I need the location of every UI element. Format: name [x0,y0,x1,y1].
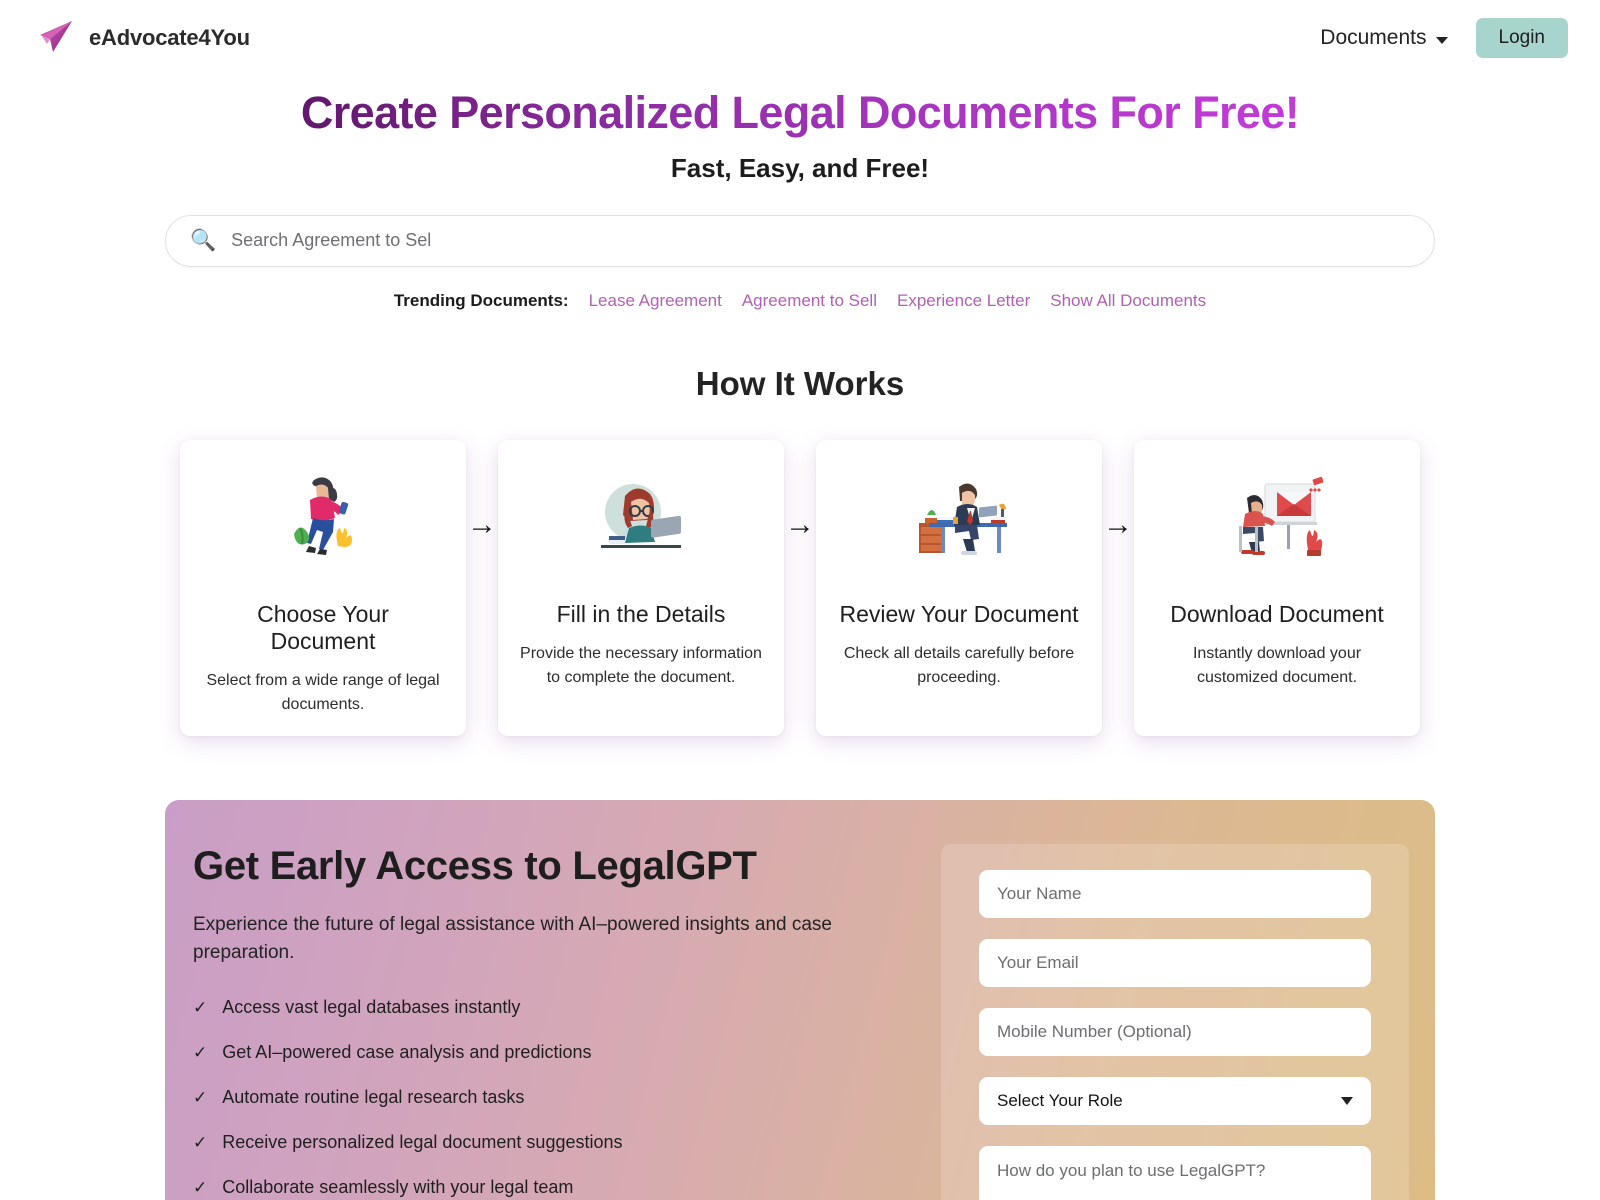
benefit-label: Get AI–powered case analysis and predict… [222,1041,592,1062]
man-at-desk-reviewing-illustration [907,466,1011,562]
nav-documents-dropdown[interactable]: Documents [1320,26,1448,50]
trending-label: Trending Documents: [393,290,569,310]
legalgpt-subtitle: Experience the future of legal assistanc… [193,914,832,964]
name-field[interactable] [979,870,1371,919]
trending-documents: Trending Documents: Lease Agreement Agre… [0,291,1600,311]
paper-plane-icon [34,18,76,58]
benefit-label: Receive personalized legal document sugg… [222,1131,623,1152]
email-field[interactable] [979,939,1371,988]
page-title: Create Personalized Legal Documents For … [0,87,1600,139]
benefit-label: Access vast legal databases instantly [222,996,521,1017]
check-icon: ✓ [193,1087,208,1107]
legalgpt-title: Get Early Access to LegalGPT [193,844,757,889]
search-input[interactable] [231,230,1410,252]
check-icon: ✓ [193,1042,208,1062]
list-item: ✓ Automate routine legal research tasks [193,1087,913,1108]
step-title: Choose Your Document [257,600,389,654]
step-description: Provide the necessary information to com… [520,644,762,686]
step-title: Fill in the Details [556,600,726,627]
step-description: Check all details carefully before proce… [843,644,1075,686]
search-icon: 🔍 [190,229,217,253]
list-item: ✓ Get AI–powered case analysis and predi… [193,1042,913,1063]
hero-subtitle: Fast, Easy, and Free! [670,152,930,183]
step-title: Review Your Document [839,600,1079,627]
nav-documents-label: Documents [1320,26,1427,49]
legalgpt-benefits-list: ✓ Access vast legal databases instantly … [193,997,913,1198]
search-bar[interactable]: 🔍 [165,214,1435,267]
arrow-right-icon: → [1103,508,1133,542]
step-card-fill-in-the-details[interactable]: Fill in the Details Provide the necessar… [498,439,784,737]
legalgpt-early-access-section: Get Early Access to LegalGPT Experience … [165,800,1435,1200]
early-access-form: Select Your Role [941,844,1409,1200]
step-title: Download Document [1170,600,1384,627]
how-it-works-steps: Choose Your Document Select from a wide … [180,439,1420,737]
brand-name: eAdvocate4You [89,25,250,50]
chevron-down-icon [1341,1097,1353,1106]
brand-logo[interactable]: eAdvocate4You [34,18,250,58]
header-actions: Documents Login [1320,18,1568,58]
trending-link-agreement-to-sell[interactable]: Agreement to Sell [742,291,877,311]
list-item: ✓ Collaborate seamlessly with your legal… [193,1177,913,1198]
benefit-label: Collaborate seamlessly with your legal t… [222,1176,574,1197]
mobile-field[interactable] [979,1008,1371,1057]
woman-at-laptop-illustration [593,466,689,562]
list-item: ✓ Receive personalized legal document su… [193,1132,913,1153]
login-button[interactable]: Login [1475,18,1568,58]
step-card-download-document[interactable]: Download Document Instantly download you… [1134,439,1420,737]
chevron-down-icon [1435,36,1448,44]
benefit-label: Automate routine legal research tasks [222,1086,525,1107]
list-item: ✓ Access vast legal databases instantly [193,997,913,1018]
step-description: Instantly download your customized docum… [1192,644,1362,686]
person-receiving-email-illustration [1225,466,1329,562]
trending-link-show-all-documents[interactable]: Show All Documents [1050,291,1206,311]
person-walking-with-phone-illustration [280,466,366,562]
check-icon: ✓ [193,997,208,1017]
role-select-value: Select Your Role [997,1091,1123,1111]
legalgpt-info-panel: Get Early Access to LegalGPT Experience … [193,844,913,1200]
check-icon: ✓ [193,1177,208,1197]
hero-section: Create Personalized Legal Documents For … [0,76,1600,184]
site-header: eAdvocate4You Documents Login [0,0,1600,76]
how-it-works-title: How It Works [695,364,905,402]
step-card-review-your-document[interactable]: Review Your Document Check all details c… [816,439,1102,737]
arrow-right-icon: → [785,508,815,542]
step-description: Select from a wide range of legal docume… [206,671,440,713]
arrow-right-icon: → [467,508,497,542]
usage-textarea[interactable] [979,1146,1371,1200]
role-select[interactable]: Select Your Role [979,1077,1371,1126]
trending-link-lease-agreement[interactable]: Lease Agreement [589,291,722,311]
step-card-choose-your-document[interactable]: Choose Your Document Select from a wide … [180,439,466,737]
trending-link-experience-letter[interactable]: Experience Letter [897,291,1030,311]
check-icon: ✓ [193,1132,208,1152]
